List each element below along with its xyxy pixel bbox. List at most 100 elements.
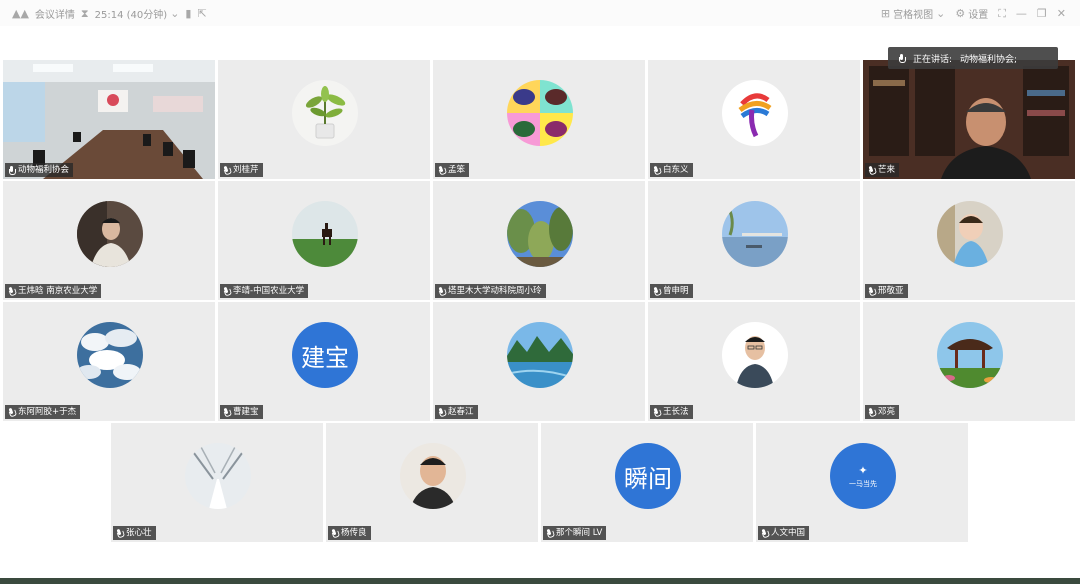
participant-avatar: 瞬间 — [615, 443, 681, 509]
brand-text: 一马当先 — [849, 479, 877, 488]
participant-name: 张心壮 — [126, 528, 152, 538]
settings-button[interactable]: ⚙ 设置 — [955, 6, 988, 21]
participant-avatar — [722, 201, 788, 267]
participant-name: 王炜晗 南京农业大学 — [18, 286, 98, 296]
participant-tile[interactable]: 邢敬亚 — [863, 181, 1075, 300]
participant-tile[interactable]: 东阿阿胶+于杰 — [3, 302, 215, 421]
participant-name: 刘桂芹 — [233, 165, 259, 175]
microphone-muted-icon — [7, 286, 17, 297]
participant-avatar — [937, 322, 1003, 388]
close-icon[interactable]: ✕ — [1057, 8, 1066, 19]
meeting-details-button[interactable]: 会议详情 — [35, 6, 75, 21]
fullscreen-icon[interactable]: ⛶ — [998, 8, 1006, 19]
participant-name: 曹建宝 — [233, 407, 259, 417]
participant-avatar: ✦ 一马当先 — [830, 443, 896, 509]
participant-tile[interactable]: 王长法 — [648, 302, 860, 421]
participant-tile[interactable]: 孟笨 — [433, 60, 645, 179]
participant-name: 王长法 — [663, 407, 689, 417]
meeting-timer: 25:14 (40分钟) ⌄ — [95, 6, 180, 21]
participant-name-tag: 杨传良 — [328, 526, 371, 540]
participant-avatar — [507, 80, 573, 146]
participant-name-tag: 赵春江 — [435, 405, 478, 419]
participant-tile[interactable]: 建宝曹建宝 — [218, 302, 430, 421]
participant-name: 塔里木大学动科院周小玲 — [448, 286, 542, 296]
microphone-muted-icon — [115, 528, 125, 539]
speaking-name: 动物福利协会; — [960, 54, 1018, 65]
participant-avatar — [937, 201, 1003, 267]
participant-tile[interactable]: 曾申明 — [648, 181, 860, 300]
participant-avatar — [507, 322, 573, 388]
participant-name-tag: 白东义 — [650, 163, 693, 177]
participant-tile[interactable]: 塔里木大学动科院周小玲 — [433, 181, 645, 300]
participant-tile[interactable]: 动物福利协会 — [3, 60, 215, 179]
restore-icon[interactable]: ❐ — [1037, 8, 1047, 19]
participant-avatar — [77, 201, 143, 267]
participant-tile[interactable]: ✦ 一马当先人文中国 — [756, 423, 968, 542]
participant-name: 人文中国 — [771, 528, 806, 538]
participant-avatar — [185, 443, 251, 509]
participant-name-tag: 孟笨 — [435, 163, 470, 177]
participant-tile[interactable]: 邓亮 — [863, 302, 1075, 421]
participant-name: 动物福利协会 — [18, 165, 70, 175]
meeting-details-label: 会议详情 — [34, 9, 75, 21]
microphone-muted-icon — [867, 286, 877, 297]
microphone-muted-icon — [437, 286, 447, 297]
participant-tile[interactable]: 刘桂芹 — [218, 60, 430, 179]
participant-name: 白东义 — [663, 165, 689, 175]
participant-name-tag: 王炜晗 南京农业大学 — [5, 284, 102, 298]
participant-name: 那个瞬间 LV — [556, 528, 603, 538]
taskbar-strip — [0, 578, 1080, 584]
microphone-muted-icon — [222, 165, 232, 176]
participant-tile[interactable]: 赵春江 — [433, 302, 645, 421]
participant-avatar: 建宝 — [292, 322, 358, 388]
microphone-muted-icon — [867, 407, 877, 418]
participant-avatar — [77, 322, 143, 388]
gear-icon: ⚙ — [955, 6, 966, 20]
participant-tile[interactable]: 李靖-中国农业大学 — [218, 181, 430, 300]
microphone-muted-icon — [760, 528, 770, 539]
grid-icon: ⊞ — [880, 6, 891, 20]
participant-tile[interactable]: 瞬间那个瞬间 LV — [541, 423, 753, 542]
speaking-indicator: 正在讲话: 动物福利协会; — [888, 47, 1058, 69]
participant-name-tag: 芒来 — [865, 163, 900, 177]
participant-name-tag: 邢敬亚 — [865, 284, 908, 298]
participant-tile[interactable]: 芒来 — [863, 60, 1075, 179]
participant-name: 芒来 — [878, 165, 896, 175]
microphone-muted-icon — [652, 286, 662, 297]
participant-tile[interactable]: 王炜晗 南京农业大学 — [3, 181, 215, 300]
microphone-muted-icon — [330, 528, 340, 539]
brand-mark-icon: ✦ — [858, 463, 868, 477]
participant-avatar — [507, 201, 573, 267]
microphone-muted-icon — [437, 165, 447, 176]
participant-name-tag: 人文中国 — [758, 526, 810, 540]
participant-avatar — [400, 443, 466, 509]
microphone-muted-icon — [437, 407, 447, 418]
participant-name: 赵春江 — [448, 407, 474, 417]
microphone-muted-icon — [222, 286, 232, 297]
top-bar: ▲▲ 会议详情 ⧗ 25:14 (40分钟) ⌄ ▮ ⇱ ⊞ 宫格视图 ⌄ ⚙ 设置 ⛶… — [0, 0, 1080, 26]
participant-name-tag: 动物福利协会 — [5, 163, 74, 177]
timer-label: 25:14 (40分钟) — [94, 9, 168, 21]
microphone-muted-icon — [7, 407, 17, 418]
signal-icon[interactable]: ▮ — [185, 8, 191, 19]
participant-name-tag: 刘桂芹 — [220, 163, 263, 177]
participant-name-tag: 东阿阿胶+于杰 — [5, 405, 81, 419]
app-logo-icon: ▲▲ — [12, 6, 29, 20]
participant-name-tag: 李靖-中国农业大学 — [220, 284, 309, 298]
participant-avatar — [722, 80, 788, 146]
participant-avatar — [722, 322, 788, 388]
gallery-view-label: 宫格视图 — [893, 9, 934, 21]
chevron-down-icon: ⌄ — [936, 6, 946, 20]
participant-tile[interactable]: 张心壮 — [111, 423, 323, 542]
participant-name: 邓亮 — [878, 407, 896, 417]
participant-tile[interactable]: 杨传良 — [326, 423, 538, 542]
gallery-view-button[interactable]: ⊞ 宫格视图 ⌄ — [881, 6, 945, 21]
participant-tile[interactable]: 白东义 — [648, 60, 860, 179]
participant-name-tag: 邓亮 — [865, 405, 900, 419]
microphone-muted-icon — [652, 165, 662, 176]
video-gallery: 动物福利协会 刘桂芹 孟笨 白东义 芒来王炜晗 南京农业大学 李靖-中国农业大学 塔里木大学… — [0, 56, 1080, 546]
microphone-icon — [8, 165, 16, 175]
chevron-down-icon[interactable]: ⌄ — [170, 8, 179, 19]
minimize-icon[interactable]: — — [1016, 8, 1027, 19]
share-external-icon[interactable]: ⇱ — [197, 8, 206, 19]
